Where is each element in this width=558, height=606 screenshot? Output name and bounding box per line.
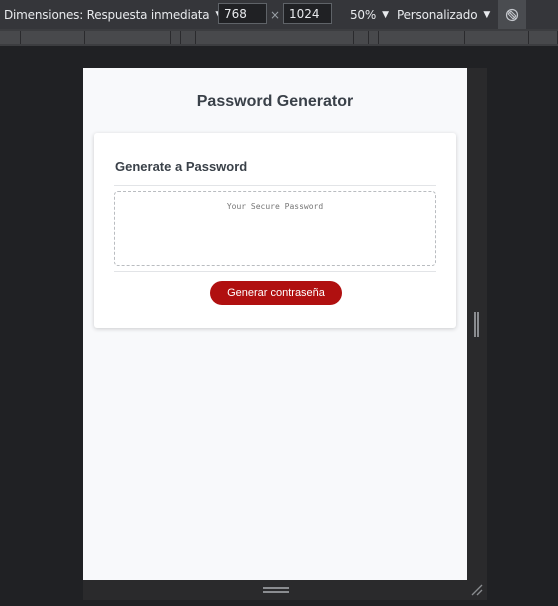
device-toolbar: Dimensiones: Respuesta inmediata ▼ 768 ×… — [0, 0, 558, 29]
divider — [114, 271, 436, 272]
media-query-segment[interactable] — [354, 31, 369, 44]
rotate-button[interactable] — [498, 0, 526, 29]
page-title: Password Generator — [196, 93, 354, 110]
times-icon: × — [270, 8, 281, 22]
password-output[interactable] — [114, 191, 436, 266]
height-input[interactable]: 1024 — [283, 3, 332, 24]
media-query-segment[interactable] — [21, 31, 85, 44]
grip-icon — [263, 587, 289, 593]
width-input[interactable]: 768 — [218, 3, 267, 24]
card-title: Generate a Password — [115, 159, 248, 174]
media-query-segment[interactable] — [171, 31, 181, 44]
password-card: Generate a Password Generar contraseña — [94, 133, 456, 328]
media-query-segment[interactable] — [181, 31, 196, 44]
generate-password-button[interactable]: Generar contraseña — [210, 281, 342, 305]
resize-corner-icon — [471, 584, 483, 596]
caret-down-icon: ▼ — [382, 9, 389, 20]
divider — [114, 185, 436, 186]
device-viewport: Password Generator Generate a Password G… — [83, 68, 467, 580]
throttle-dropdown[interactable]: Personalizado ▼ — [397, 0, 490, 29]
media-query-segment[interactable] — [0, 31, 21, 44]
media-query-bar — [0, 29, 558, 46]
resize-handle-bottom[interactable] — [83, 580, 467, 600]
media-query-segment[interactable] — [529, 31, 558, 44]
media-query-segment[interactable] — [85, 31, 171, 44]
zoom-label: 50% — [350, 7, 377, 22]
media-query-segment[interactable] — [379, 31, 465, 44]
media-query-segment[interactable] — [369, 31, 379, 44]
dimensions-dropdown[interactable]: Dimensiones: Respuesta inmediata ▼ — [4, 0, 222, 29]
media-query-segment[interactable] — [196, 31, 354, 44]
resize-handle-right[interactable] — [467, 68, 487, 580]
media-query-segment[interactable] — [465, 31, 529, 44]
resize-handle-corner[interactable] — [467, 580, 487, 600]
caret-down-icon: ▼ — [483, 9, 491, 20]
zoom-dropdown[interactable]: 50% ▼ — [350, 0, 389, 29]
dimensions-label: Dimensiones: Respuesta inmediata — [4, 7, 210, 22]
rotate-icon — [505, 8, 519, 21]
throttle-label: Personalizado — [397, 7, 478, 22]
grip-icon — [474, 312, 479, 337]
